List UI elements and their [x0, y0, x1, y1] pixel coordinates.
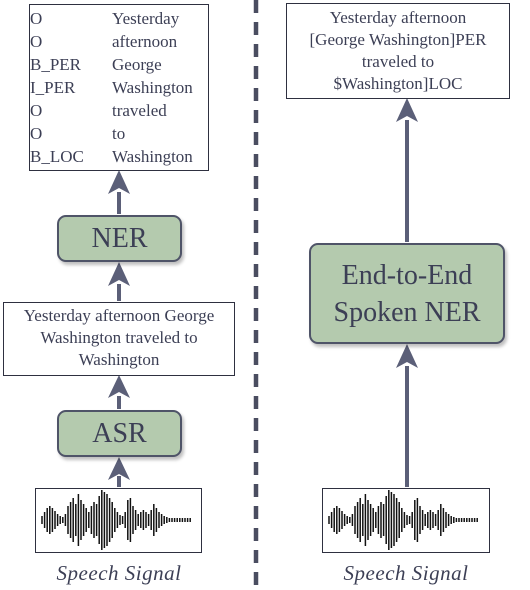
ner-tag: B_PER	[30, 55, 82, 74]
token: Washington	[112, 147, 193, 166]
ner-label: NER	[91, 222, 148, 254]
ner-tag: O	[30, 32, 43, 51]
token: afternoon	[112, 32, 178, 51]
ner-tag: B_LOC	[30, 147, 84, 166]
tag-row: Otraveled	[30, 99, 208, 122]
ner-tag: O	[30, 124, 43, 143]
tag-row: I_PER Washington	[30, 76, 208, 99]
e2e-label-line: End-to-End	[341, 259, 473, 291]
ner-tag: O	[30, 101, 43, 120]
arrowhead	[396, 98, 418, 122]
e2e-label-line: Spoken NER	[333, 296, 481, 328]
tag-row: Oafternoon	[30, 30, 208, 53]
asr-label: ASR	[92, 417, 147, 449]
asr-module: ASR	[57, 410, 182, 457]
arrowhead	[396, 344, 418, 368]
output-line: $Washington]LOC	[333, 74, 463, 93]
e2e-output-box: Yesterday afternoon [George Washington]P…	[286, 3, 510, 99]
token: to	[112, 124, 126, 143]
speech-signal-caption-left: Speech Signal	[56, 561, 182, 585]
tag-row: Oto	[30, 122, 208, 145]
transcript-box: Yesterday afternoon George Washington tr…	[3, 302, 235, 376]
output-line: Yesterday afternoon	[329, 8, 467, 27]
arrowhead	[108, 170, 130, 194]
tag-row: O Yesterday	[30, 7, 208, 30]
ner-tag: I_PER	[30, 78, 76, 97]
token: traveled	[112, 101, 167, 120]
transcript-text: Yesterday afternoon George Washington tr…	[23, 306, 215, 369]
output-line: [George Washington]PER	[309, 30, 487, 49]
token: Washington	[112, 78, 193, 97]
tag-output-box: O Yesterday Oafternoon B_PER George I_PER Wash…	[29, 4, 209, 171]
speech-signal-caption-right: Speech Signal	[343, 561, 469, 585]
e2e-spoken-ner-module: End-to-End Spoken NER	[309, 243, 505, 344]
speech-waveform-right	[322, 488, 490, 553]
token: Yesterday	[112, 9, 180, 28]
speech-waveform-left	[35, 488, 202, 553]
output-line: traveled to	[361, 52, 435, 71]
token: George	[112, 55, 162, 74]
arrowhead	[108, 375, 130, 398]
ner-tag: O	[30, 9, 43, 28]
ner-module: NER	[57, 215, 182, 262]
tag-row: B_PER George	[30, 53, 208, 76]
arrowhead	[108, 262, 130, 286]
tag-row: B_LOC Washington	[30, 145, 208, 168]
